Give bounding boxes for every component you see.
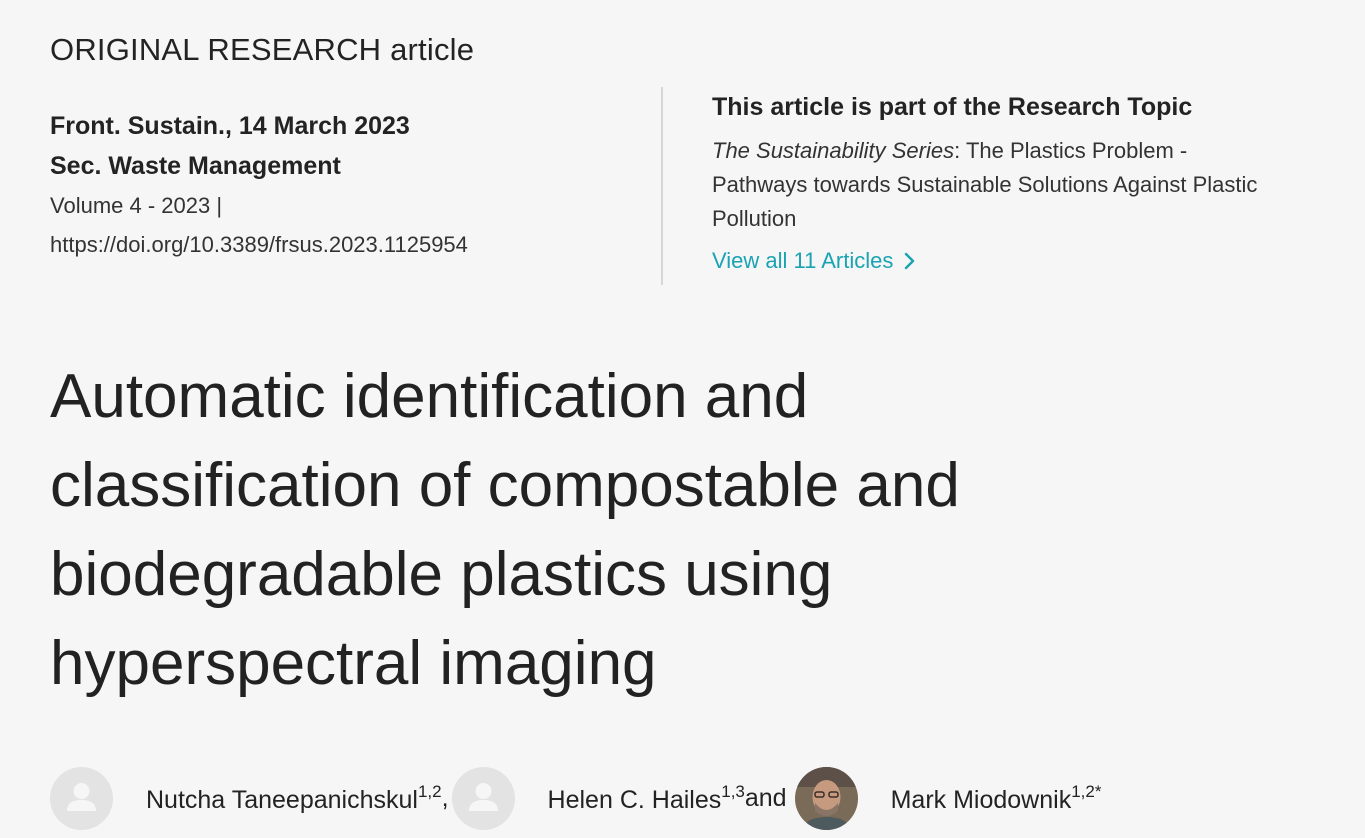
placeholder-avatar-icon[interactable]: [451, 766, 515, 830]
author-separator: and: [744, 783, 787, 812]
meta-divider: [661, 87, 663, 285]
author-affiliation-2: 1,3: [721, 781, 745, 801]
article-type-label: ORIGINAL RESEARCH article: [50, 32, 475, 67]
research-topic-box: This article is part of the Research Top…: [712, 90, 1272, 274]
research-topic-title[interactable]: The Sustainability Series: The Plastics …: [712, 134, 1272, 236]
research-topic-series: The Sustainability Series: [712, 138, 955, 163]
chevron-right-icon: [905, 252, 915, 270]
placeholder-avatar-icon[interactable]: [50, 766, 113, 830]
author-affiliation-3: 1,2*: [1071, 781, 1102, 801]
journal-date: Front. Sustain., 14 March 2023: [50, 112, 410, 140]
author-separator: ,: [441, 783, 449, 812]
doi-link[interactable]: https://doi.org/10.3389/frsus.2023.11259…: [50, 230, 468, 260]
article-header: ORIGINAL RESEARCH article Front. Sustain…: [0, 0, 1365, 838]
article-meta: Front. Sustain., 14 March 2023 Sec. Wast…: [50, 110, 468, 260]
article-title: Automatic identification and classificat…: [50, 362, 960, 698]
view-all-articles-label: View all 11 Articles: [712, 248, 894, 273]
view-all-articles-link[interactable]: View all 11 Articles: [712, 248, 917, 274]
volume-info: Volume 4 - 2023 |: [50, 193, 223, 218]
author-name-2[interactable]: Helen C. Hailes1,3: [548, 782, 745, 815]
author-name-1[interactable]: Nutcha Taneepanichskul1,2: [146, 782, 442, 815]
author-name-3[interactable]: Mark Miodownik1,2*: [891, 782, 1102, 815]
journal-section[interactable]: Sec. Waste Management: [50, 150, 468, 190]
author-photo[interactable]: [794, 766, 858, 830]
research-topic-heading: This article is part of the Research Top…: [712, 93, 1193, 121]
author-list: Nutcha Taneepanichskul1,2 , Helen C. Hai…: [50, 766, 1101, 830]
author-affiliation-1: 1,2: [417, 781, 442, 801]
